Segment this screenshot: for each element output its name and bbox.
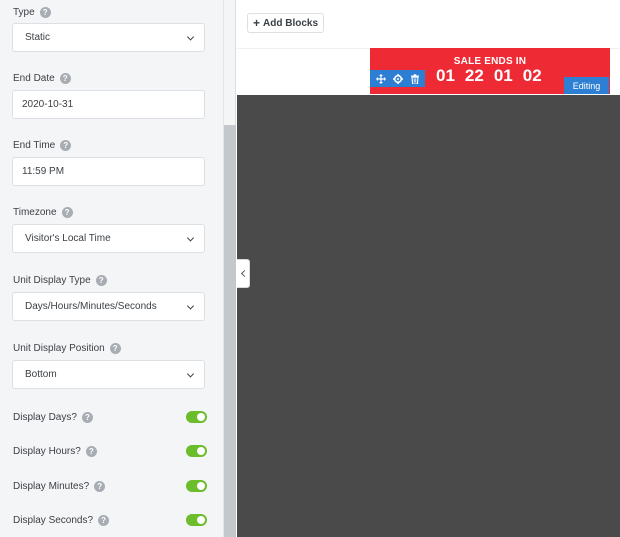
display-days-toggle[interactable] <box>186 411 207 423</box>
display-minutes-row: Display Minutes? ? <box>13 479 207 493</box>
type-label: Type ? <box>13 5 51 19</box>
plus-icon: + <box>252 16 260 30</box>
unit-display-position-select[interactable]: Bottom <box>12 360 205 389</box>
display-days-label: Display Days? <box>13 411 77 423</box>
scrollbar-thumb[interactable] <box>224 125 236 537</box>
timezone-select[interactable]: Visitor's Local Time <box>12 224 205 253</box>
help-icon[interactable]: ? <box>61 206 73 218</box>
countdown-timer: 01 22 01 02 <box>436 66 542 86</box>
help-icon[interactable]: ? <box>95 274 107 286</box>
countdown-minutes: 01 <box>493 66 513 85</box>
display-minutes-label: Display Minutes? <box>13 480 90 492</box>
settings-panel: Type ? Static End Date ? 2020-10-31 End … <box>0 0 224 537</box>
unit-display-type-select[interactable]: Days/Hours/Minutes/Seconds <box>12 292 205 321</box>
end-time-label: End Time ? <box>13 138 72 152</box>
unit-display-type-label: Unit Display Type ? <box>13 273 107 287</box>
display-hours-toggle[interactable] <box>186 445 207 457</box>
end-date-field[interactable]: 2020-10-31 <box>12 90 205 119</box>
add-blocks-button[interactable]: + Add Blocks <box>247 13 324 33</box>
help-icon[interactable]: ? <box>39 6 51 18</box>
help-icon[interactable]: ? <box>98 514 110 526</box>
display-minutes-toggle[interactable] <box>186 480 207 492</box>
chevron-down-icon <box>186 233 195 242</box>
display-hours-label: Display Hours? <box>13 445 81 457</box>
display-hours-row: Display Hours? ? <box>13 444 207 458</box>
display-seconds-toggle[interactable] <box>186 514 207 526</box>
block-toolbar <box>370 70 425 87</box>
editing-badge: Editing <box>564 77 609 94</box>
collapse-panel-button[interactable] <box>237 259 250 288</box>
chevron-down-icon <box>186 369 195 378</box>
countdown-seconds: 02 <box>522 66 542 85</box>
display-days-row: Display Days? ? <box>13 410 207 424</box>
chevron-down-icon <box>186 32 195 41</box>
move-icon[interactable] <box>375 73 387 85</box>
end-time-field[interactable]: 11:59 PM <box>12 157 205 186</box>
page-preview-body <box>237 95 620 537</box>
help-icon[interactable]: ? <box>59 72 71 84</box>
chevron-down-icon <box>186 301 195 310</box>
display-seconds-label: Display Seconds? <box>13 514 94 526</box>
timezone-label: Timezone ? <box>13 205 73 219</box>
help-icon[interactable]: ? <box>109 342 121 354</box>
end-date-label: End Date ? <box>13 71 71 85</box>
countdown-days: 01 <box>436 66 455 85</box>
countdown-hours: 22 <box>464 66 484 85</box>
chevron-left-icon <box>240 269 248 278</box>
help-icon[interactable]: ? <box>81 411 93 423</box>
help-icon[interactable]: ? <box>60 139 72 151</box>
gear-icon[interactable] <box>392 73 404 85</box>
unit-display-position-label: Unit Display Position ? <box>13 341 121 355</box>
display-seconds-row: Display Seconds? ? <box>13 513 207 527</box>
help-icon[interactable]: ? <box>85 445 97 457</box>
help-icon[interactable]: ? <box>94 480 106 492</box>
trash-icon[interactable] <box>409 73 421 85</box>
type-select[interactable]: Static <box>12 23 205 52</box>
